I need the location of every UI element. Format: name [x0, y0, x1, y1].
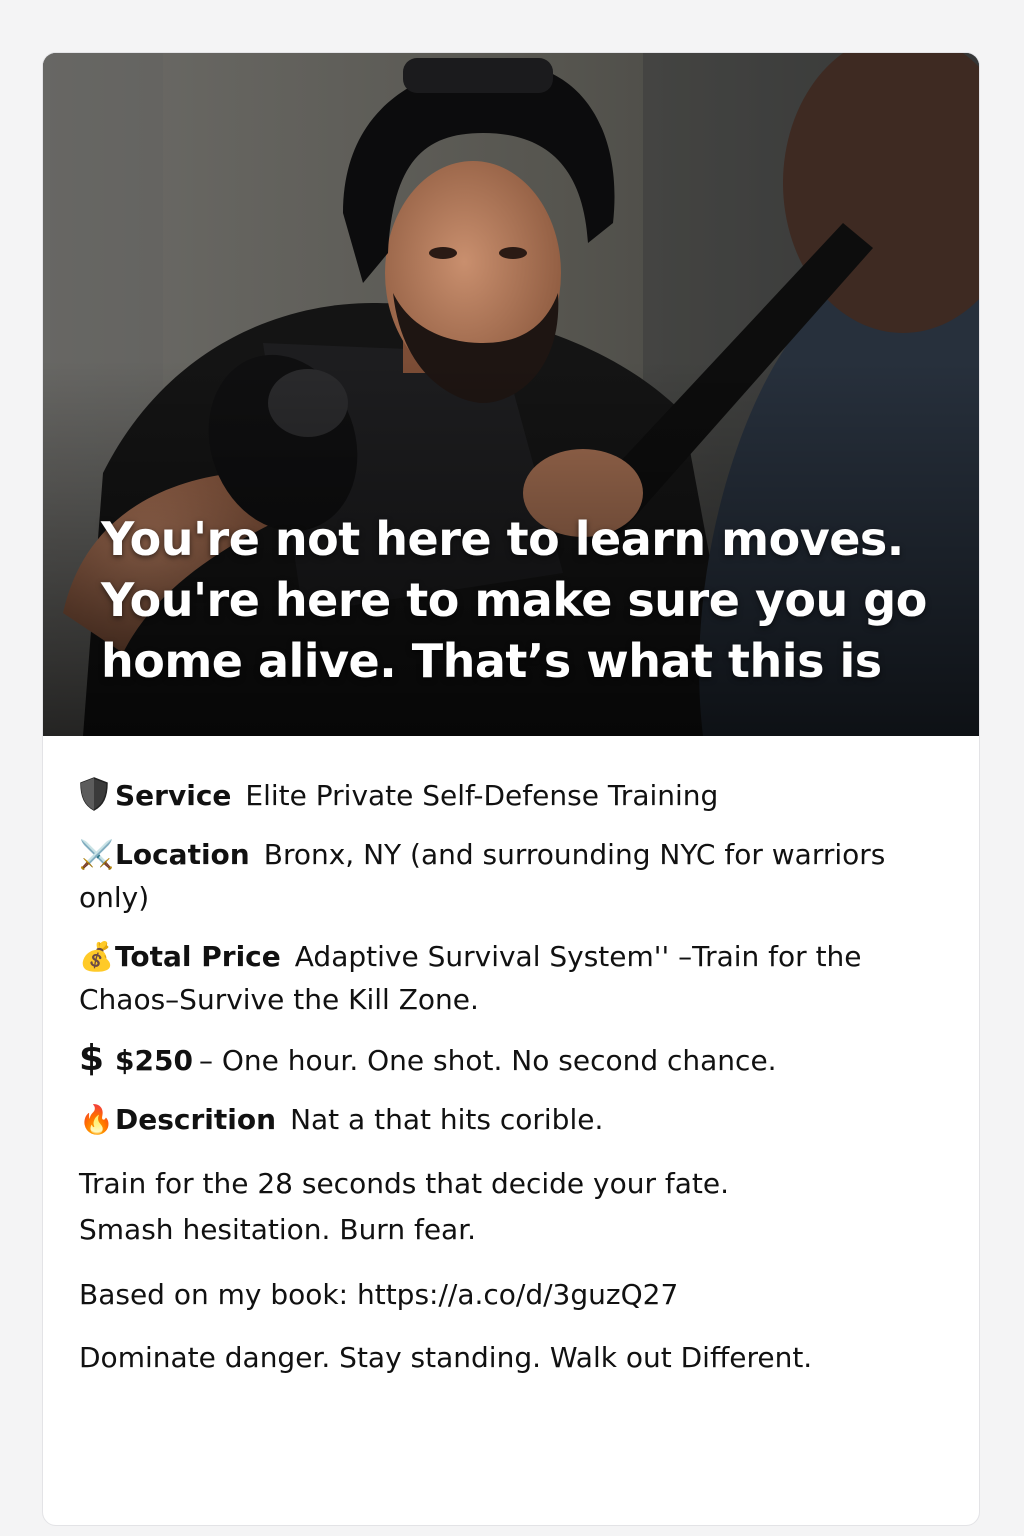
- dollar-sign-icon: $: [79, 1038, 105, 1079]
- location-label: Location: [115, 838, 250, 871]
- closing-line: Dominate danger. Stay standing. Walk out…: [79, 1341, 813, 1374]
- post-card: You're not here to learn moves. You're h…: [42, 52, 980, 1526]
- pitch-line-2: Smash hesitation. Burn fear.: [79, 1213, 477, 1246]
- pitch-line-1: Train for the 28 seconds that decide you…: [79, 1167, 730, 1200]
- price-amount: $250: [115, 1044, 193, 1077]
- total-price-row: 💰Total Price Adaptive Survival System'' –…: [79, 935, 943, 1021]
- service-details: Service Elite Private Self-Defense Traini…: [43, 736, 979, 1379]
- service-value: Elite Private Self-Defense Training: [245, 779, 719, 812]
- headline-line-3: home alive. That’s what this is: [101, 634, 882, 688]
- fire-icon: 🔥: [79, 1103, 114, 1136]
- crossed-swords-icon: ⚔️: [79, 838, 114, 871]
- headline-line-2: You're here to make sure you go: [101, 573, 927, 627]
- shield-icon: [80, 777, 108, 811]
- total-price-label: Total Price: [115, 940, 281, 973]
- service-label: Service: [115, 779, 232, 812]
- location-row: ⚔️Location Bronx, NY (and surrounding NYC…: [79, 833, 943, 919]
- price-row: $ $250– One hour. One shot. No second cha…: [79, 1037, 943, 1082]
- pitch-paragraph: Train for the 28 seconds that decide you…: [79, 1161, 943, 1253]
- description-row: 🔥Descrition Nat a that hits corible.: [79, 1098, 943, 1141]
- service-row: Service Elite Private Self-Defense Traini…: [79, 774, 943, 817]
- description-label: Descrition: [115, 1103, 277, 1136]
- headline-line-1: You're not here to learn moves.: [101, 512, 904, 566]
- price-value: – One hour. One shot. No second chance.: [198, 1044, 777, 1077]
- hero-headline: You're not here to learn moves. You're h…: [101, 509, 941, 692]
- hero-photo: You're not here to learn moves. You're h…: [43, 53, 979, 736]
- description-value: Nat a that hits corible.: [290, 1103, 604, 1136]
- book-line: Based on my book: https://a.co/d/3guzQ27: [79, 1278, 679, 1311]
- money-bag-icon: 💰: [79, 940, 114, 973]
